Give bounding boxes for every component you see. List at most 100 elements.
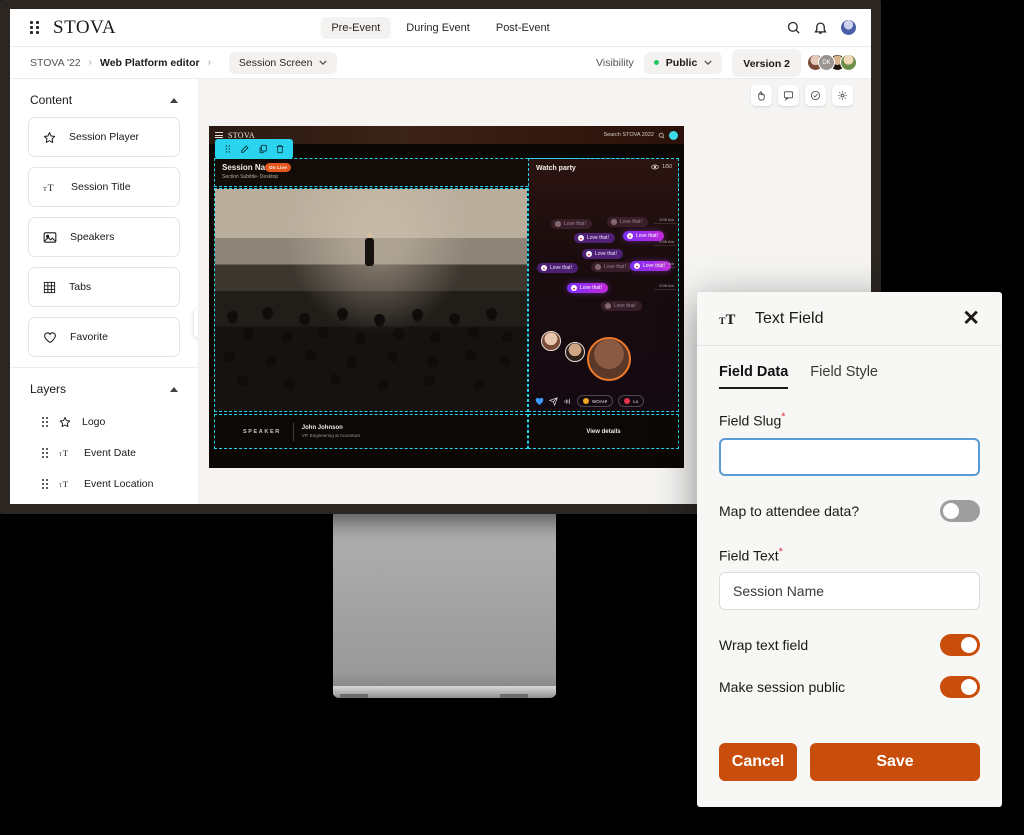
session-public-label: Make session public	[719, 679, 845, 695]
breadcrumb-right-controls: Visibility Public Version 2	[596, 49, 857, 77]
participant-avatar[interactable]	[565, 342, 585, 362]
bell-icon[interactable]	[813, 20, 828, 35]
preview-watch-party-block[interactable]: Watch party 1/50 ♥Love that! ♥Love that!…	[529, 159, 678, 411]
heart-emoji: ♥	[605, 303, 611, 309]
preview-avatar[interactable]	[669, 131, 678, 140]
cancel-button[interactable]: Cancel	[719, 743, 797, 781]
drag-handle-icon[interactable]	[42, 448, 48, 458]
field-slug-input[interactable]	[719, 438, 980, 476]
save-button[interactable]: Save	[810, 743, 980, 781]
map-attendee-toggle[interactable]	[940, 500, 980, 522]
gear-icon[interactable]	[832, 85, 853, 106]
app-brand: STOVA	[53, 17, 116, 39]
featured-participant-avatar[interactable]	[587, 337, 631, 381]
map-attendee-row: Map to attendee data?	[719, 500, 980, 522]
drag-handle-icon[interactable]	[30, 21, 41, 34]
love-reaction-button[interactable]: Lo	[618, 395, 644, 407]
svg-text:T: T	[63, 479, 69, 489]
chat-timestamp: 9:05 Am	[659, 217, 674, 222]
preview-video-block[interactable]	[215, 189, 527, 411]
version-button[interactable]: Version 2	[732, 49, 801, 77]
toggle-knob	[943, 503, 959, 519]
check-circle-icon[interactable]	[805, 85, 826, 106]
app-topbar: STOVA Pre-Event During Event Post-Event	[10, 9, 871, 47]
caret-up-icon[interactable]	[170, 98, 178, 103]
left-sidebar: Content Session Player T T	[10, 79, 199, 504]
woah-reaction-button[interactable]: WOAH!	[577, 395, 613, 407]
reaction-bubble: ♥Love that!	[567, 283, 608, 293]
speaker-info: John Johnson VP, Engineering at Accentur…	[302, 425, 360, 438]
collaborator-avatars[interactable]	[813, 54, 857, 71]
content-section-title: Content	[30, 93, 72, 107]
user-avatar[interactable]	[840, 19, 857, 36]
dialog-body: Field Slug* Map to attendee data? Field …	[697, 389, 1002, 717]
session-screen-preview[interactable]: STOVA Search STOVA 2022	[209, 126, 684, 468]
tab-field-data[interactable]: Field Data	[719, 364, 788, 389]
view-details-link[interactable]: View details	[586, 429, 620, 435]
canvas-toolbar	[751, 85, 853, 106]
duplicate-icon[interactable]	[258, 144, 268, 154]
field-slug-label-text: Field Slug	[719, 413, 781, 429]
svg-text:T: T	[43, 185, 47, 192]
chevron-down-icon	[319, 60, 327, 65]
wrap-text-toggle[interactable]	[940, 634, 980, 656]
sidebar-item-speakers[interactable]: Speakers	[28, 217, 180, 257]
image-icon	[43, 231, 57, 244]
top-navigation: Pre-Event During Event Post-Event	[320, 17, 560, 39]
send-icon[interactable]	[549, 397, 558, 406]
comment-icon[interactable]	[778, 85, 799, 106]
drag-handle-icon[interactable]	[42, 417, 48, 427]
visibility-dropdown[interactable]: Public	[644, 52, 723, 74]
tab-during-event[interactable]: During Event	[395, 17, 481, 39]
wrap-text-label: Wrap text field	[719, 637, 808, 653]
search-icon[interactable]	[786, 20, 801, 35]
heart-icon[interactable]	[535, 397, 544, 406]
audience-heads	[215, 304, 527, 411]
tab-post-event[interactable]: Post-Event	[485, 17, 561, 39]
close-icon[interactable]: ✕	[962, 308, 980, 329]
tab-field-style[interactable]: Field Style	[810, 364, 878, 389]
preview-speaker-block[interactable]: SPEAKER John Johnson VP, Engineering at …	[215, 415, 527, 448]
tab-pre-event[interactable]: Pre-Event	[320, 17, 391, 39]
session-public-toggle[interactable]	[940, 676, 980, 698]
field-text-input[interactable]	[719, 572, 980, 610]
participant-avatar[interactable]	[541, 331, 561, 351]
screen-selector-dropdown[interactable]: Session Screen	[229, 52, 338, 74]
heart-emoji: ♥	[634, 263, 640, 269]
content-section-header[interactable]: Content	[28, 79, 180, 117]
sidebar-item-session-player[interactable]: Session Player	[28, 117, 180, 157]
layer-item-full-name[interactable]: T T Full Name	[28, 499, 180, 504]
reaction-bubble: ♥Love that!	[601, 301, 642, 311]
layers-section-title: Layers	[30, 382, 66, 396]
layer-item-event-date[interactable]: T T Event Date	[28, 437, 180, 468]
sidebar-item-tabs[interactable]: Tabs	[28, 267, 180, 307]
preview-details-block[interactable]: View details	[529, 415, 678, 448]
timeline-rule	[654, 245, 676, 246]
watch-party-title: Watch party	[536, 165, 576, 172]
avatar[interactable]	[818, 54, 835, 71]
breadcrumb-root[interactable]: STOVA '22	[30, 57, 81, 69]
hamburger-icon[interactable]	[215, 132, 223, 138]
caret-up-icon[interactable]	[170, 387, 178, 392]
reaction-bubble: ♥Love that!	[591, 262, 632, 272]
layer-item-logo[interactable]: Logo	[28, 406, 180, 437]
sidebar-item-favorite[interactable]: Favorite	[28, 317, 180, 357]
svg-text:T: T	[48, 182, 54, 193]
layer-item-event-location[interactable]: T T Event Location	[28, 468, 180, 499]
timeline-rule	[654, 267, 676, 268]
sidebar-item-session-title[interactable]: T T Session Title	[28, 167, 180, 207]
drag-handle-icon[interactable]	[42, 479, 48, 489]
edit-icon[interactable]	[240, 144, 250, 154]
layers-section-header[interactable]: Layers	[28, 368, 180, 406]
selection-toolbar[interactable]	[215, 139, 293, 159]
drag-handle-icon[interactable]	[223, 144, 233, 154]
hand-tool-icon[interactable]	[751, 85, 772, 106]
heart-emoji: ♥	[586, 251, 592, 257]
breadcrumb-section[interactable]: Web Platform editor	[100, 57, 200, 69]
delete-icon[interactable]	[275, 144, 285, 154]
preview-search[interactable]: Search STOVA 2022	[603, 131, 678, 140]
wave-icon[interactable]	[563, 397, 572, 406]
watch-party-actions[interactable]: WOAH! Lo	[529, 395, 678, 407]
text-field-icon: T T	[59, 447, 73, 459]
avatar[interactable]	[840, 54, 857, 71]
